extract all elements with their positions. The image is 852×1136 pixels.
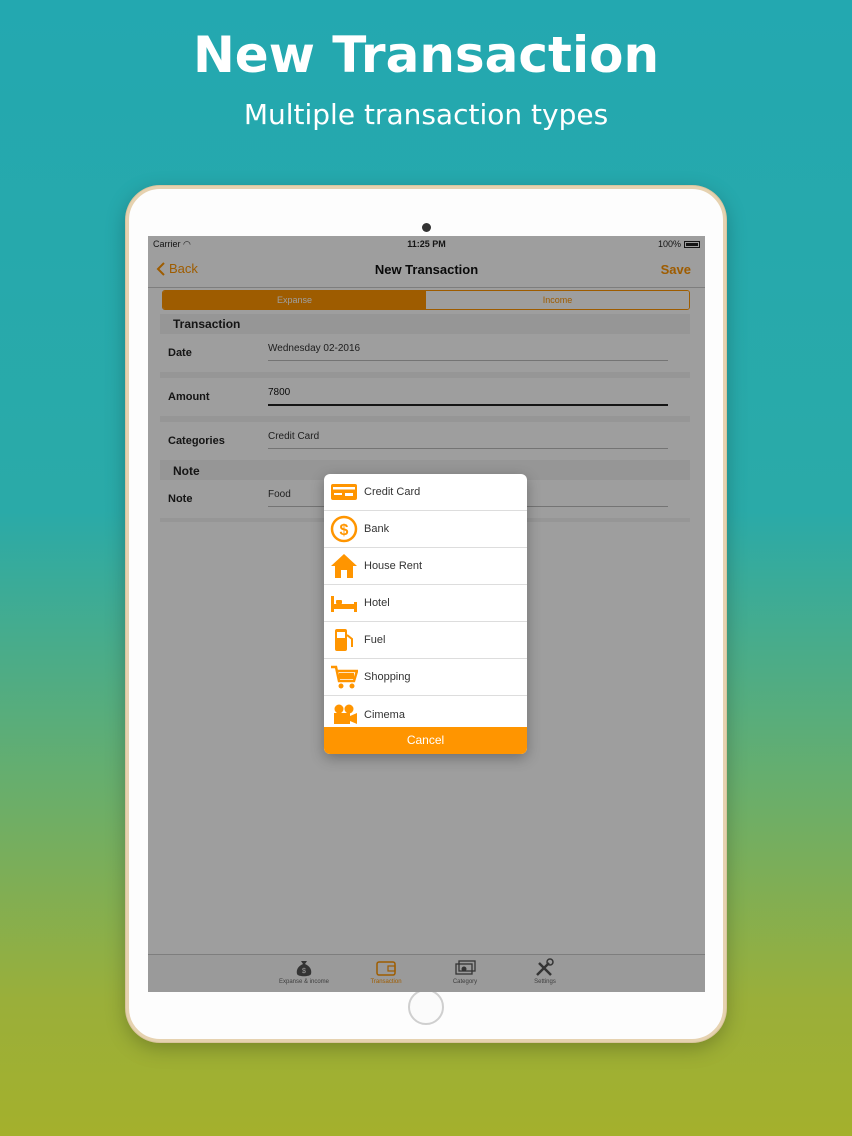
category-item-house-rent[interactable]: House Rent xyxy=(324,548,527,585)
house-icon xyxy=(329,551,359,581)
shopping-cart-icon xyxy=(329,662,359,692)
svg-text:$: $ xyxy=(340,522,349,539)
cancel-button[interactable]: Cancel xyxy=(324,727,527,754)
category-item-shopping[interactable]: Shopping xyxy=(324,659,527,696)
home-button[interactable] xyxy=(408,989,444,1025)
category-item-credit-card[interactable]: Credit Card xyxy=(324,474,527,511)
dollar-circle-icon: $ xyxy=(329,514,359,544)
app-screen: Carrier ◠ 11:25 PM 100% Back New Transac… xyxy=(148,236,705,992)
promo-title: New Transaction xyxy=(192,26,660,84)
category-item-fuel[interactable]: Fuel xyxy=(324,622,527,659)
credit-card-icon xyxy=(329,477,359,507)
ipad-frame: Carrier ◠ 11:25 PM 100% Back New Transac… xyxy=(126,186,726,1042)
bed-icon xyxy=(329,588,359,618)
movie-camera-icon xyxy=(329,700,359,730)
category-item-hotel[interactable]: Hotel xyxy=(324,585,527,622)
camera-dot xyxy=(422,223,431,232)
promo-subtitle: Multiple transaction types xyxy=(243,98,609,131)
category-item-bank[interactable]: $ Bank xyxy=(324,511,527,548)
category-picker: Credit Card $ Bank House Rent Hotel Fuel… xyxy=(324,474,527,754)
fuel-pump-icon xyxy=(329,625,359,655)
